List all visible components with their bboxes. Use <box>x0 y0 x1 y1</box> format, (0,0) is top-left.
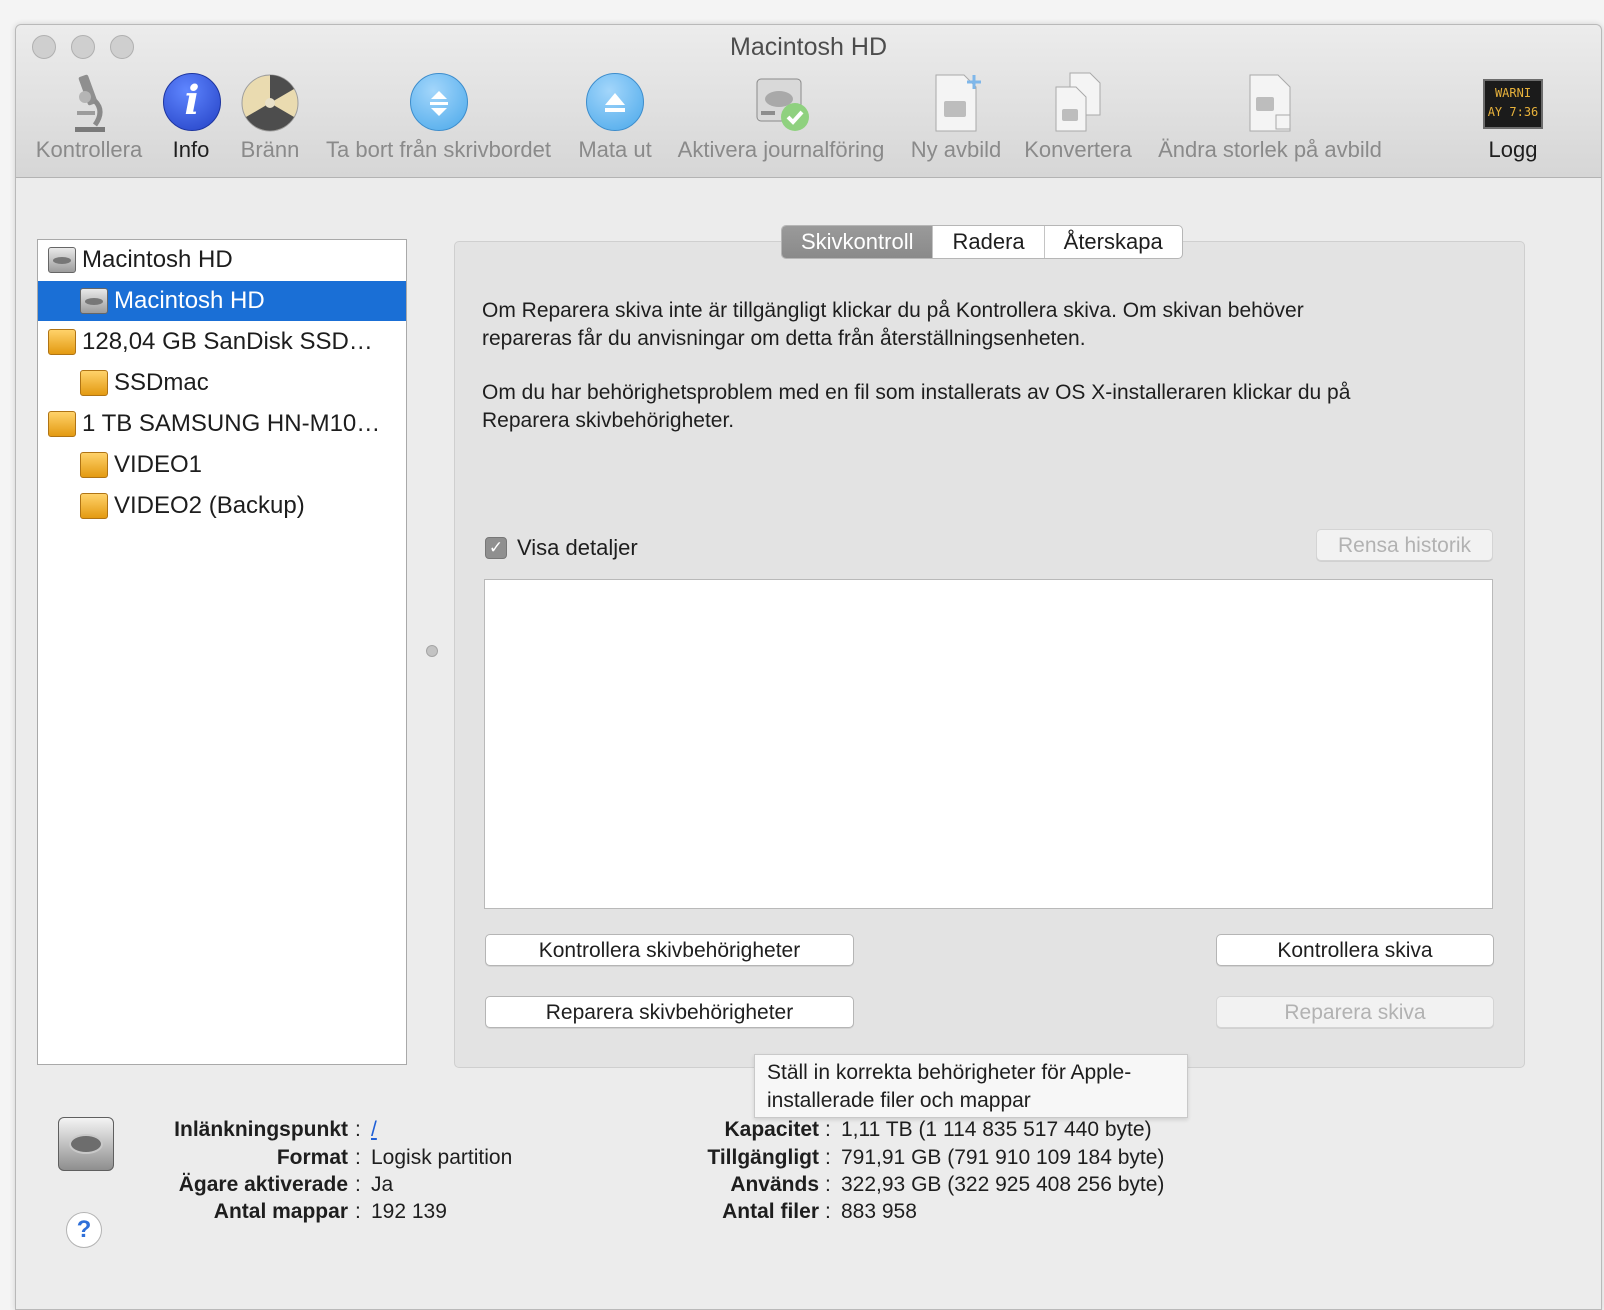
disk-list: Macintosh HD Macintosh HD 128,04 GB SanD… <box>37 239 407 1065</box>
burn-label: Bränn <box>240 137 300 162</box>
tab-erase[interactable]: Radera <box>932 226 1043 258</box>
log-toolbar-button[interactable]: WARNI AY 7:36 Logg <box>1483 71 1543 163</box>
selected-disk-icon <box>58 1117 114 1171</box>
tab-first-aid[interactable]: Skivkontroll <box>782 226 933 258</box>
sidebar-item-samsung-disk[interactable]: 1 TB SAMSUNG HN-M10… <box>38 404 406 444</box>
sidebar-item-sandisk-ssd[interactable]: 128,04 GB SanDisk SSD… <box>38 322 406 362</box>
permissions-description: Om du har behörighetsproblem med en fil … <box>482 381 1351 432</box>
info-label: Info <box>172 137 210 162</box>
resize-image-label: Ändra storlek på avbild <box>1158 137 1382 162</box>
journal-disk-icon <box>751 71 811 135</box>
burn-toolbar-button[interactable]: Bränn <box>236 71 304 163</box>
resize-image-icon <box>1240 71 1300 135</box>
window-title: Macintosh HD <box>730 33 887 61</box>
verify-toolbar-button[interactable]: Kontrollera <box>33 71 145 163</box>
convert-toolbar-button[interactable]: Konvertera <box>1021 71 1135 163</box>
disk-utility-window: Macintosh HD Kontrollera i Info Bränn Ta… <box>15 24 1602 1310</box>
log-label: Logg <box>1488 137 1538 162</box>
eject-toolbar-button[interactable]: Mata ut <box>575 71 655 163</box>
unmount-toolbar-button[interactable]: Ta bort från skrivbordet <box>317 71 560 163</box>
external-disk-icon <box>48 329 76 355</box>
journal-label: Aktivera journalföring <box>677 137 885 162</box>
new-image-icon <box>926 71 986 135</box>
eject-icon <box>585 71 645 135</box>
eject-label: Mata ut <box>578 137 652 162</box>
new-image-toolbar-button[interactable]: Ny avbild <box>906 71 1006 163</box>
convert-icon <box>1048 71 1108 135</box>
repair-permissions-button[interactable]: Reparera skivbehörigheter <box>485 996 854 1028</box>
journal-toolbar-button[interactable]: Aktivera journalföring <box>671 71 891 163</box>
new-image-label: Ny avbild <box>910 137 1002 162</box>
resize-image-toolbar-button[interactable]: Ändra storlek på avbild <box>1150 71 1390 163</box>
info-icon: i <box>162 71 222 135</box>
tab-bar: Skivkontroll Radera Återskapa <box>781 225 1183 259</box>
microscope-icon <box>59 71 119 135</box>
verify-permissions-button[interactable]: Kontrollera skivbehörigheter <box>485 934 854 966</box>
repair-permissions-tooltip: Ställ in korrekta behörigheter för Apple… <box>754 1054 1188 1118</box>
first-aid-description: Om Reparera skiva inte är tillgängligt k… <box>482 299 1304 350</box>
external-volume-icon <box>80 370 108 396</box>
verify-disk-button[interactable]: Kontrollera skiva <box>1216 934 1494 966</box>
sidebar-item-macintosh-hd-disk[interactable]: Macintosh HD <box>38 240 406 280</box>
radiation-icon <box>240 71 300 135</box>
verify-label: Kontrollera <box>35 137 143 162</box>
show-details-label[interactable]: Visa detaljer <box>517 535 638 561</box>
external-disk-icon <box>48 411 76 437</box>
sidebar-item-video1[interactable]: VIDEO1 <box>38 445 406 485</box>
sidebar-item-macintosh-hd-volume[interactable]: Macintosh HD <box>38 281 406 321</box>
internal-disk-icon <box>48 247 76 273</box>
sidebar-item-video2-backup[interactable]: VIDEO2 (Backup) <box>38 486 406 526</box>
split-view-handle[interactable] <box>426 645 438 657</box>
toolbar: Macintosh HD Kontrollera i Info Bränn Ta… <box>16 25 1601 178</box>
convert-label: Konvertera <box>1024 137 1132 162</box>
unmount-icon <box>409 71 469 135</box>
tab-restore[interactable]: Återskapa <box>1043 226 1182 258</box>
console-log-icon: WARNI AY 7:36 <box>1483 71 1543 135</box>
sidebar-item-ssdmac[interactable]: SSDmac <box>38 363 406 403</box>
internal-volume-icon <box>80 288 108 314</box>
unmount-label: Ta bort från skrivbordet <box>326 137 551 162</box>
mount-point-link[interactable]: / <box>371 1118 377 1142</box>
info-toolbar-button[interactable]: i Info <box>162 71 222 163</box>
first-aid-log[interactable] <box>484 579 1493 909</box>
repair-disk-button[interactable]: Reparera skiva <box>1216 996 1494 1028</box>
help-button[interactable]: ? <box>66 1212 102 1248</box>
external-volume-icon <box>80 452 108 478</box>
external-volume-icon <box>80 493 108 519</box>
show-details-checkbox[interactable]: ✓ <box>485 537 507 559</box>
clear-history-button[interactable]: Rensa historik <box>1316 529 1493 561</box>
